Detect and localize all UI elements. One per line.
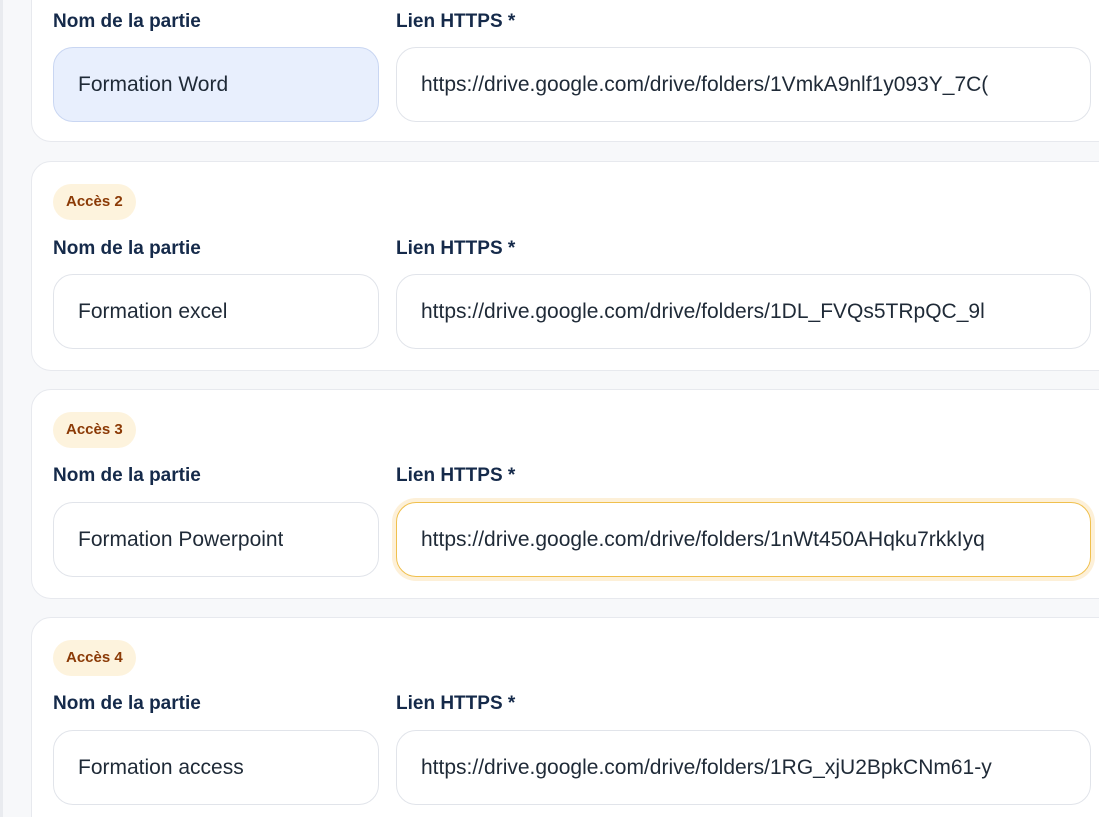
name-label: Nom de la partie (53, 11, 201, 32)
access-card-4: Accès 4 Nom de la partie Lien HTTPS * Fo… (31, 617, 1099, 817)
url-input-value: https://drive.google.com/drive/folders/1… (421, 755, 992, 779)
access-card-3: Accès 3 Nom de la partie Lien HTTPS * Fo… (31, 389, 1099, 599)
access-card-1: Nom de la partie Lien HTTPS * Formation … (31, 0, 1099, 142)
url-input[interactable]: https://drive.google.com/drive/folders/1… (396, 730, 1091, 805)
access-card-2: Accès 2 Nom de la partie Lien HTTPS * Fo… (31, 161, 1099, 371)
url-label: Lien HTTPS * (396, 465, 516, 486)
url-label: Lien HTTPS * (396, 693, 516, 714)
url-input[interactable]: https://drive.google.com/drive/folders/1… (396, 274, 1091, 349)
url-input-focused[interactable]: https://drive.google.com/drive/folders/1… (396, 502, 1091, 577)
url-input[interactable]: https://drive.google.com/drive/folders/1… (396, 47, 1091, 122)
name-input-value: Formation excel (78, 299, 228, 323)
name-input[interactable]: Formation excel (53, 274, 379, 349)
access-badge: Accès 4 (53, 640, 136, 676)
name-label: Nom de la partie (53, 238, 201, 259)
name-label: Nom de la partie (53, 465, 201, 486)
name-input-value: Formation access (78, 755, 244, 779)
name-input-value: Formation Powerpoint (78, 527, 284, 551)
access-badge: Accès 2 (53, 184, 136, 220)
name-input[interactable]: Formation Powerpoint (53, 502, 379, 577)
name-input-value: Formation Word (78, 72, 229, 96)
url-input-value: https://drive.google.com/drive/folders/1… (421, 72, 989, 96)
name-input[interactable]: Formation Word (53, 47, 379, 122)
name-input[interactable]: Formation access (53, 730, 379, 805)
name-label: Nom de la partie (53, 693, 201, 714)
access-list-page: Nom de la partie Lien HTTPS * Formation … (0, 0, 1099, 817)
access-badge: Accès 3 (53, 412, 136, 448)
url-input-value: https://drive.google.com/drive/folders/1… (421, 299, 985, 323)
url-label: Lien HTTPS * (396, 238, 516, 259)
url-label: Lien HTTPS * (396, 11, 516, 32)
url-input-value: https://drive.google.com/drive/folders/1… (421, 527, 985, 551)
